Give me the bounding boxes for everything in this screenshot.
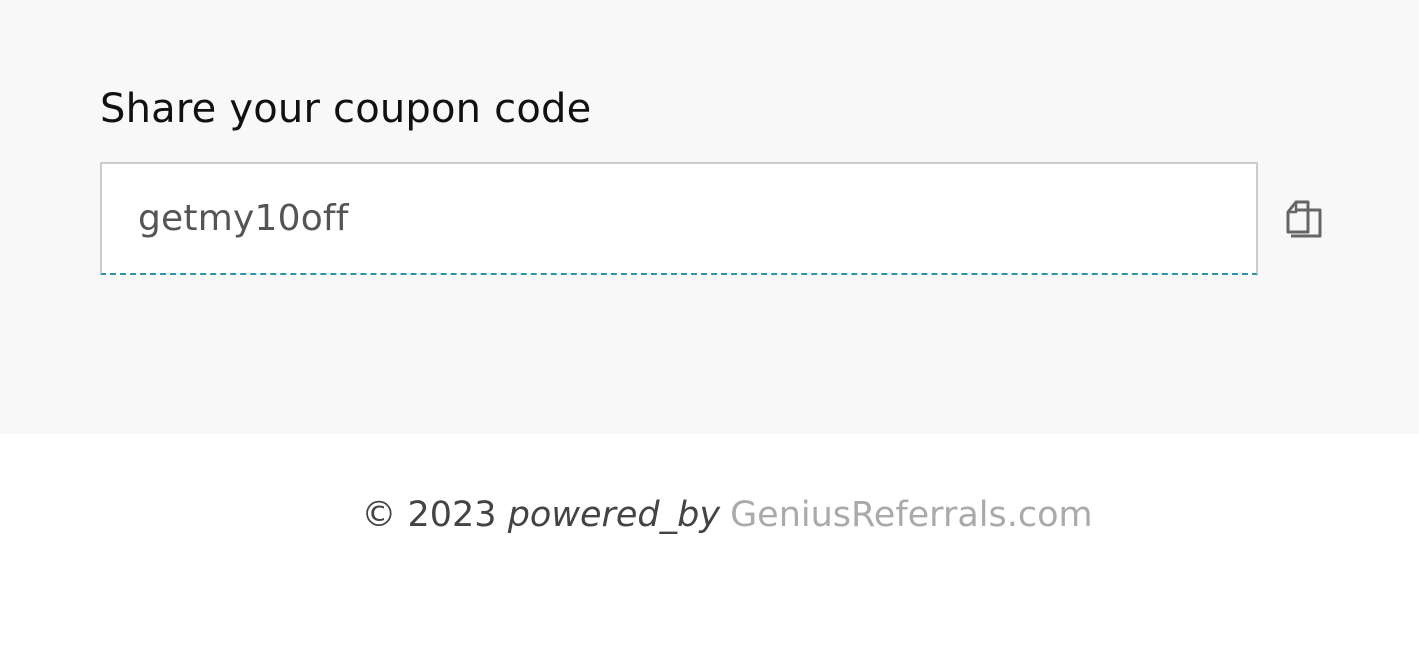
genius-referrals-link[interactable]: GeniusReferrals.com [730,495,1093,535]
copy-icon [1280,196,1328,244]
footer: © 2023 powered_by GeniusReferrals.com [0,434,1419,652]
copyright-text: © 2023 [361,495,497,535]
coupon-code-box [100,162,1258,275]
footer-credit: © 2023 powered_by GeniusReferrals.com [0,492,1419,538]
share-title: Share your coupon code [100,86,592,132]
share-panel: Share your coupon code [0,0,1419,434]
copy-button[interactable] [1280,196,1328,244]
coupon-code-input[interactable] [138,192,1218,244]
powered-by-text: powered_by [507,495,721,535]
